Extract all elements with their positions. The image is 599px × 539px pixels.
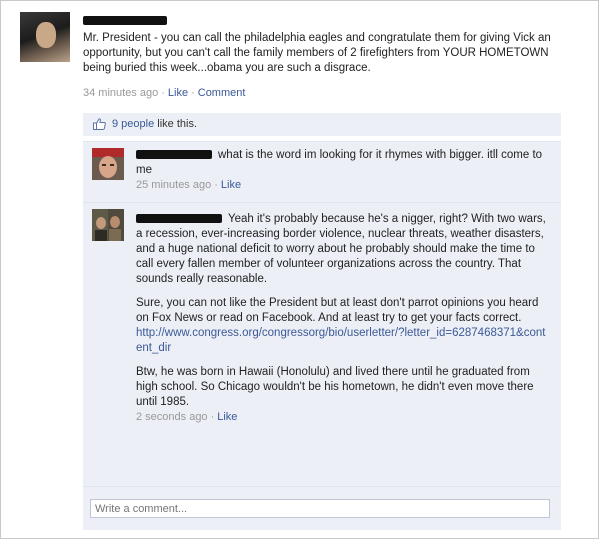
- avatar-face: [36, 22, 56, 48]
- comment-item: Yeah it's probably because he's a nigger…: [83, 202, 561, 486]
- comment-body: what is the word im looking for it rhyme…: [136, 148, 551, 193]
- comment-item: what is the word im looking for it rhyme…: [83, 141, 561, 202]
- separator-dot: ·: [210, 411, 215, 423]
- comment-post-link[interactable]: Comment: [198, 87, 246, 99]
- thumbs-up-icon: [93, 118, 106, 130]
- like-post-link[interactable]: Like: [168, 87, 188, 99]
- author-avatar[interactable]: [20, 12, 70, 62]
- post-text: Mr. President - you can call the philade…: [83, 32, 551, 74]
- likes-summary: 9 people like this.: [112, 118, 197, 130]
- congress-link[interactable]: http://www.congress.org/congressorg/bio/…: [136, 327, 545, 354]
- commenter-avatar[interactable]: [92, 148, 124, 180]
- likers-link[interactable]: 9 people: [112, 118, 154, 130]
- comment-paragraph: Sure, you can not like the President but…: [136, 297, 546, 354]
- redacted-author-name: [83, 16, 167, 25]
- comment-meta: 25 minutes ago · Like: [136, 178, 551, 193]
- comment-composer: [83, 486, 561, 530]
- likes-suffix: like this.: [157, 118, 198, 130]
- post-timestamp[interactable]: 34 minutes ago: [83, 87, 158, 99]
- comment-meta: 2 seconds ago · Like: [136, 410, 551, 425]
- comment-paragraph: Btw, he was born in Hawaii (Honolulu) an…: [136, 366, 534, 408]
- separator-dot: ·: [161, 87, 165, 99]
- comment-timestamp[interactable]: 25 minutes ago: [136, 179, 211, 191]
- separator-dot: ·: [191, 87, 195, 99]
- like-comment-link[interactable]: Like: [217, 411, 237, 423]
- commenter-avatar[interactable]: [92, 209, 124, 241]
- comment-text: what is the word im looking for it rhyme…: [136, 149, 543, 176]
- comment-body: Yeah it's probably because he's a nigger…: [136, 212, 551, 425]
- comment-timestamp[interactable]: 2 seconds ago: [136, 411, 208, 423]
- likes-row: 9 people like this.: [83, 113, 561, 136]
- feed-story: Mr. President - you can call the philade…: [0, 0, 599, 539]
- comment-paragraph: Yeah it's probably because he's a nigger…: [136, 213, 546, 285]
- comment-input[interactable]: [90, 499, 550, 518]
- separator-dot: ·: [214, 179, 218, 191]
- post-meta: 34 minutes ago · Like · Comment: [83, 87, 245, 99]
- like-comment-link[interactable]: Like: [221, 179, 241, 191]
